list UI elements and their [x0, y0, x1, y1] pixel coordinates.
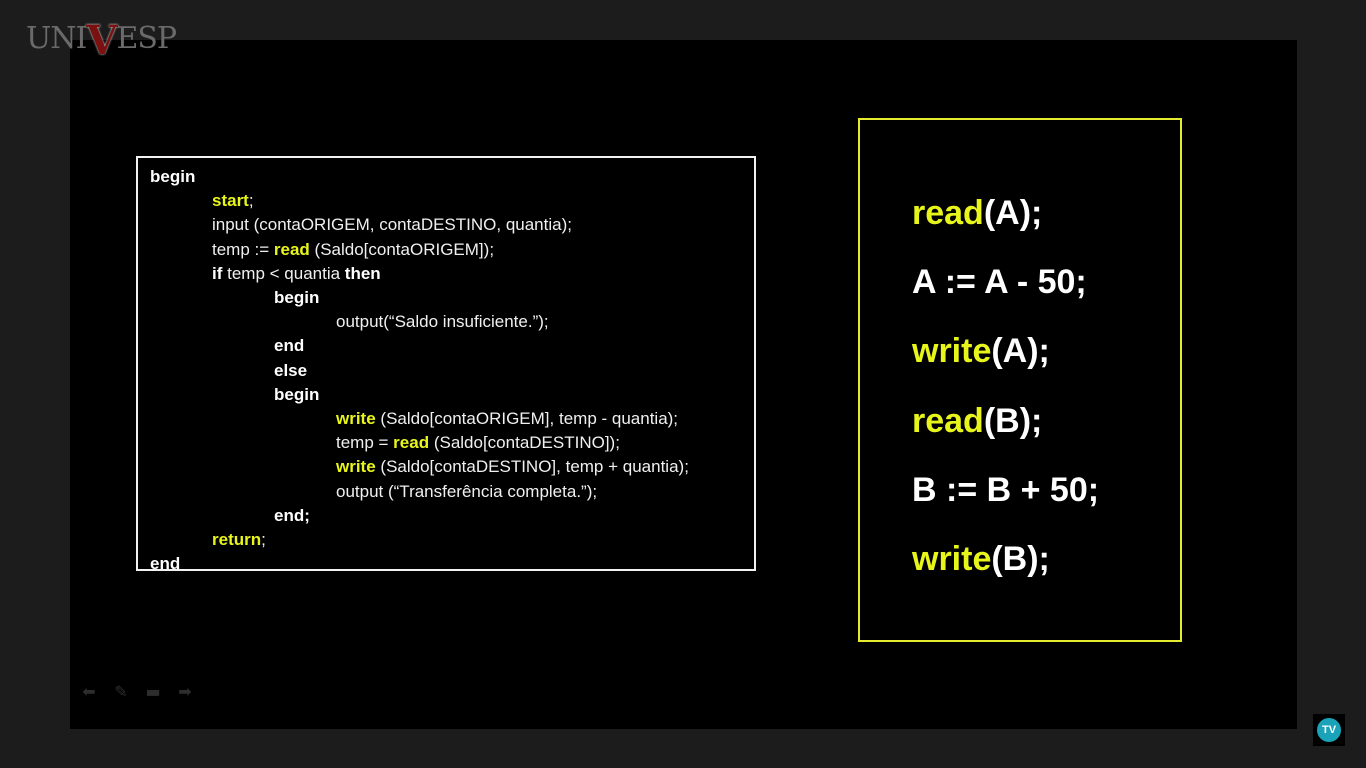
operation-line: read(B); [912, 401, 1042, 441]
code-line: temp = read (Saldo[contaDESTINO]); [336, 431, 620, 455]
code-keyword: read [393, 433, 430, 453]
operations-box: read(A); A := A - 50; write(A); read(B); B :… [858, 118, 1182, 642]
code-line: end; [274, 504, 310, 528]
code-keyword: write [336, 409, 376, 428]
code-line: if temp < quantia then [212, 262, 381, 286]
code-keyword: start [212, 191, 249, 211]
tv-logo-icon: TV [1317, 718, 1341, 742]
operation-line: B := B + 50; [912, 470, 1099, 510]
code-line: write (Saldo[contaDESTINO], temp + quant… [336, 455, 689, 479]
operation-line: write(B); [912, 539, 1050, 579]
code-keyword: read [273, 239, 310, 259]
logo-v: V [86, 17, 117, 64]
code-line: begin [274, 286, 319, 310]
code-line: input (contaORIGEM, contaDESTINO, quanti… [212, 213, 572, 237]
code-line: end [274, 334, 304, 358]
code-text: (Saldo[contaORIGEM]); [309, 239, 495, 259]
code-line: start; [212, 189, 254, 213]
code-text: ; [248, 191, 254, 211]
operation-line: read(A); [912, 193, 1042, 233]
operation-text: (A); [983, 194, 1043, 232]
code-text: output (“Transferência completa.”); [336, 481, 598, 501]
code-keyword: write [336, 457, 376, 477]
logo-text-left: UNI [26, 21, 87, 56]
pseudocode-box: begin start; input (contaORIGEM, contaDEST… [136, 156, 756, 573]
code-line: else [274, 359, 307, 383]
code-text: output(“Saldo insuficiente.”); [336, 312, 549, 332]
operation-keyword: write [912, 332, 992, 371]
code-keyword: else [274, 360, 308, 380]
code-text: ; [261, 530, 266, 549]
operation-line: write(A); [912, 331, 1050, 371]
code-line: output (“Transferência completa.”); [336, 480, 597, 504]
code-keyword: begin [150, 167, 196, 186]
operation-text: A := A - 50; [912, 263, 1087, 302]
slide-nav-controls: ⬅ ✎ ▬ ➡ [78, 680, 196, 702]
code-line: return; [212, 528, 266, 552]
code-text: (Saldo[contaDESTINO], temp + quantia); [375, 457, 689, 477]
code-text: temp < quantia [222, 263, 345, 283]
tv-badge: TV [1313, 714, 1345, 746]
code-keyword: end [274, 336, 305, 356]
code-text: (Saldo[contaORIGEM], temp - quantia); [375, 409, 679, 428]
code-keyword: end [150, 554, 181, 574]
code-text: temp = [336, 433, 394, 453]
code-line: begin [150, 165, 195, 189]
previous-slide-button[interactable]: ⬅ [78, 681, 100, 701]
next-slide-button[interactable]: ➡ [174, 681, 196, 701]
code-line: end [150, 552, 180, 576]
code-line: output(“Saldo insuficiente.”); [336, 310, 549, 334]
logo-text-right: ESP [116, 21, 177, 56]
operation-text: (B); [983, 401, 1043, 440]
code-text: temp := [212, 239, 274, 259]
code-keyword: begin [274, 384, 320, 404]
code-keyword: end; [274, 505, 310, 525]
code-keyword: begin [274, 288, 320, 307]
operation-text: B := B + 50; [912, 470, 1100, 509]
code-keyword: then [344, 263, 381, 283]
operation-text: (A); [991, 332, 1050, 371]
code-keyword: return [212, 530, 262, 549]
operation-line: A := A - 50; [912, 262, 1087, 302]
pen-tool-button[interactable]: ✎ [110, 681, 132, 701]
code-keyword: if [212, 263, 223, 283]
code-line: temp := read (Saldo[contaORIGEM]); [212, 238, 494, 262]
operation-keyword: write [912, 540, 992, 578]
operation-keyword: read [912, 194, 984, 232]
operation-keyword: read [912, 401, 984, 440]
operation-text: (B); [991, 540, 1050, 578]
univesp-logo: UNIVESP [26, 17, 177, 78]
code-text: (Saldo[contaDESTINO]); [429, 433, 620, 453]
code-line: write (Saldo[contaORIGEM], temp - quanti… [336, 407, 678, 431]
code-text: input (contaORIGEM, contaDESTINO, quanti… [212, 215, 572, 235]
video-frame: UNIVESP begin start; input (contaORIGEM, c… [0, 0, 1366, 768]
code-line: begin [274, 383, 319, 407]
slides-menu-button[interactable]: ▬ [142, 681, 164, 701]
